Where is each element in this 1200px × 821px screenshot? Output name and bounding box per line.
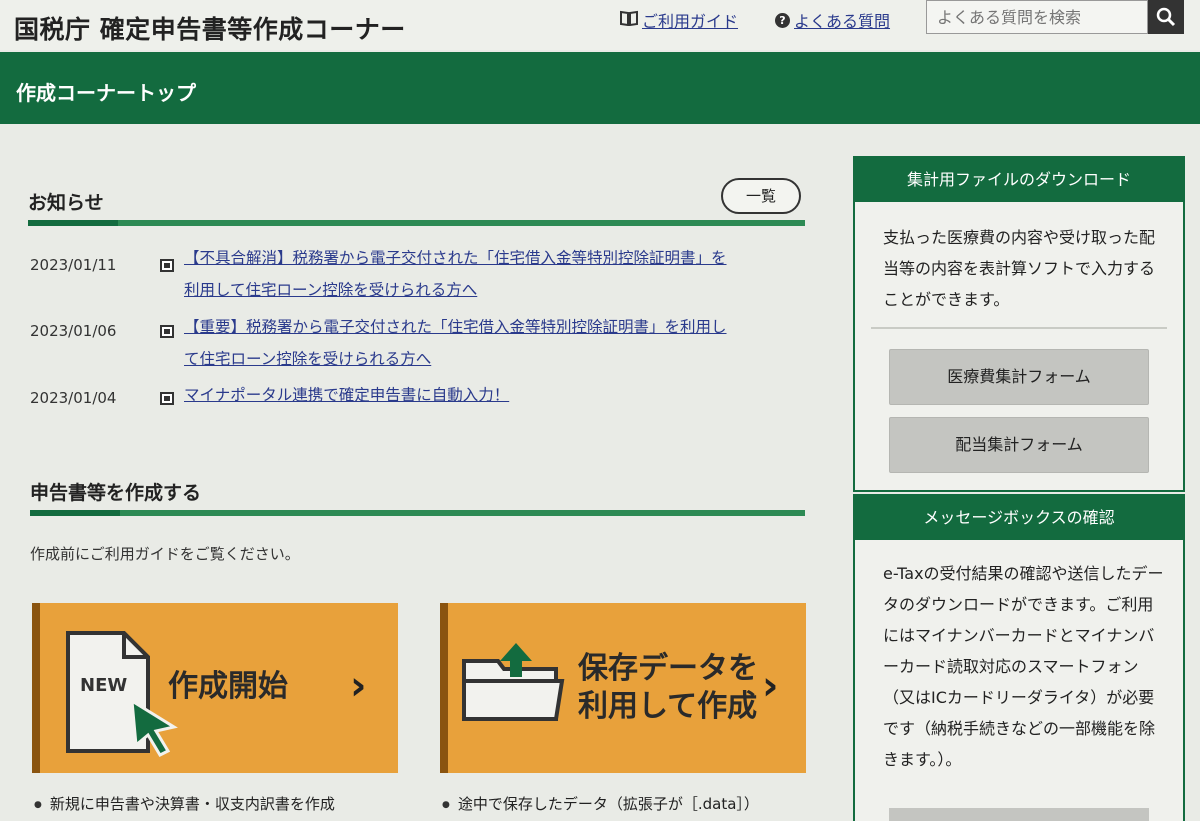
notice-list-button[interactable]: 一覧 — [721, 178, 801, 214]
create-heading: 申告書等を作成する — [30, 482, 202, 504]
medical-form-button[interactable]: 医療費集計フォーム — [889, 349, 1149, 405]
book-icon — [620, 10, 638, 30]
use-saved-data-button[interactable]: 保存データを 利用して作成 › — [440, 603, 806, 773]
use-saved-label-1: 保存データを — [578, 651, 758, 686]
guide-link-wrap[interactable]: ご利用ガイド — [620, 8, 738, 32]
start-new-label: 作成開始 — [168, 669, 288, 704]
folder-upload-icon — [462, 643, 565, 721]
news-link-line1[interactable]: 【重要】税務署から電子交付された「住宅借入金等特別控除証明書」を利用し — [184, 318, 727, 336]
message-button[interactable] — [889, 808, 1149, 821]
svg-text:NEW: NEW — [80, 675, 127, 696]
search-input[interactable] — [926, 0, 1148, 34]
site-title: 国税庁 確定申告書等作成コーナー — [14, 15, 406, 44]
search-button[interactable] — [1148, 0, 1184, 34]
window-icon — [160, 259, 174, 272]
divider — [871, 327, 1167, 329]
download-text: 支払った医療費の内容や受け取った配当等の内容を表計算ソフトで入力することができま… — [883, 228, 1156, 309]
use-saved-note: 途中で保存したデータ（拡張子が［.data］） — [442, 793, 759, 814]
message-panel: メッセージボックスの確認 e-Taxの受付結果の確認や送信したデータのダウンロー… — [853, 494, 1185, 821]
new-document-icon: NEW — [66, 631, 178, 757]
search-icon — [1156, 7, 1176, 27]
chevron-right-icon: › — [350, 663, 367, 709]
faq-link-wrap[interactable]: ? よくある質問 — [775, 8, 890, 32]
message-heading: メッセージボックスの確認 — [855, 496, 1183, 540]
news-link-line2[interactable]: て住宅ローン控除を受けられる方へ — [184, 350, 431, 368]
message-text: e-Taxの受付結果の確認や送信したデータのダウンロードができます。ご利用にはマ… — [883, 564, 1164, 769]
nav-bar: 作成コーナートップ — [0, 52, 1200, 124]
window-icon — [160, 392, 174, 405]
start-new-button[interactable]: NEW 作成開始 › — [32, 603, 398, 773]
window-icon — [160, 325, 174, 338]
news-date: 2023/01/04 — [30, 389, 117, 407]
create-intro: 作成前にご利用ガイドをご覧ください。 — [30, 545, 300, 563]
create-rule — [30, 510, 805, 516]
site-header: 国税庁 確定申告書等作成コーナー ご利用ガイド ? よくある質問 — [0, 0, 1200, 50]
nav-title[interactable]: 作成コーナートップ — [16, 77, 196, 106]
question-icon: ? — [775, 12, 790, 28]
download-panel: 集計用ファイルのダウンロード 支払った医療費の内容や受け取った配当等の内容を表計… — [853, 156, 1185, 492]
chevron-right-icon: › — [762, 663, 779, 709]
news-item[interactable]: 【重要】税務署から電子交付された「住宅借入金等特別控除証明書」を利用し て住宅ロ… — [184, 311, 794, 375]
dividend-form-button[interactable]: 配当集計フォーム — [889, 417, 1149, 473]
notice-rule — [28, 220, 805, 226]
notice-heading: お知らせ — [28, 192, 104, 214]
news-link-line1[interactable]: マイナポータル連携で確定申告書に自動入力！ — [184, 386, 509, 404]
news-item[interactable]: マイナポータル連携で確定申告書に自動入力！ — [184, 379, 794, 411]
news-link-line1[interactable]: 【不具合解消】税務署から電子交付された「住宅借入金等特別控除証明書」を — [184, 249, 727, 267]
faq-link[interactable]: よくある質問 — [794, 8, 890, 32]
download-heading: 集計用ファイルのダウンロード — [855, 158, 1183, 202]
news-link-line2[interactable]: 利用して住宅ローン控除を受けられる方へ — [184, 281, 477, 299]
use-saved-label-2: 利用して作成 — [578, 689, 758, 724]
news-date: 2023/01/06 — [30, 322, 117, 340]
guide-link[interactable]: ご利用ガイド — [642, 8, 738, 32]
start-new-note: 新規に申告書や決算書・収支内訳書を作成 — [34, 793, 335, 814]
news-date: 2023/01/11 — [30, 256, 117, 274]
news-item[interactable]: 【不具合解消】税務署から電子交付された「住宅借入金等特別控除証明書」を 利用して… — [184, 242, 794, 306]
